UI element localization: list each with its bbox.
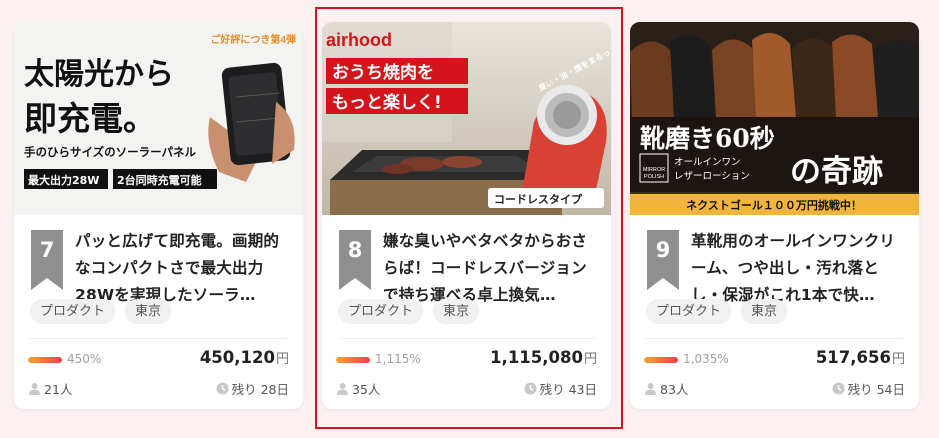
project-card-9[interactable]: 靴磨き60秒 の奇跡 MIRROR POLISH オールインワン レザーローショ… — [630, 22, 919, 409]
logo-top: MIRROR — [643, 167, 665, 173]
clock-icon — [832, 382, 845, 395]
supporters-count: 83人 — [644, 379, 688, 398]
headline-line2: 即充電。 — [24, 99, 156, 138]
rank-badge: 7 — [31, 230, 63, 290]
project-title[interactable]: パッと広げて即充電。画期的なコンパクトさで最大出力28Wを実現したソーラ… — [75, 228, 283, 309]
funded-amount: 517,656円 — [815, 348, 905, 367]
selected-card-outline — [315, 7, 623, 429]
progress-percent: 450% — [67, 352, 102, 366]
headline-b: の奇跡 — [790, 154, 883, 190]
shoes-illustration — [630, 22, 919, 122]
divider — [30, 338, 287, 339]
project-thumbnail-shoe-cream[interactable]: 靴磨き60秒 の奇跡 MIRROR POLISH オールインワン レザーローショ… — [630, 22, 919, 215]
project-title[interactable]: 革靴用のオールインワンクリーム、つや出し・汚れ落とし・保湿がこれ1本で快… — [691, 228, 899, 309]
tag-list: プロダクト 東京 — [30, 299, 172, 324]
project-thumbnail-solar-panel[interactable]: ご好評につき第4弾 太陽光から 即充電。 手のひらサイズのソーラーパネル 最大出… — [14, 22, 303, 215]
subline: 手のひらサイズのソーラーパネル — [24, 145, 197, 159]
progress-percent: 1,035% — [683, 352, 729, 366]
badge-dual-charge: 2台同時充電可能 — [117, 173, 202, 187]
remaining-days: 残り 28日 — [216, 379, 289, 398]
badge-max-output: 最大出力28W — [28, 173, 99, 187]
person-icon — [28, 382, 41, 395]
sub-line1: オールインワン — [674, 157, 741, 168]
rank-badge: 9 — [647, 230, 679, 290]
tag-location[interactable]: 東京 — [741, 299, 788, 324]
corner-note: ご好評につき第4弾 — [210, 33, 296, 46]
remaining-days: 残り 54日 — [832, 379, 905, 398]
tag-location[interactable]: 東京 — [125, 299, 172, 324]
logo-bottom: POLISH — [644, 174, 664, 180]
clock-icon — [216, 382, 229, 395]
next-goal-banner: ネクストゴール１００万円挑戦中！ — [686, 198, 862, 212]
supporters-count: 21人 — [28, 379, 72, 398]
sub-line2: レザーローション — [674, 171, 750, 182]
progress-bar — [644, 357, 678, 363]
tag-category[interactable]: プロダクト — [646, 299, 732, 324]
headline-line1: 太陽光から — [24, 57, 174, 92]
tag-category[interactable]: プロダクト — [30, 299, 116, 324]
funded-amount: 450,120円 — [199, 348, 289, 367]
tag-list: プロダクト 東京 — [646, 299, 788, 324]
progress-bar — [28, 357, 62, 363]
rank-number: 9 — [655, 238, 671, 262]
divider — [646, 338, 903, 339]
headline-a: 靴磨き60秒 — [640, 124, 775, 153]
rank-number: 7 — [39, 238, 55, 262]
project-card-7[interactable]: ご好評につき第4弾 太陽光から 即充電。 手のひらサイズのソーラーパネル 最大出… — [14, 22, 303, 409]
person-icon — [644, 382, 657, 395]
